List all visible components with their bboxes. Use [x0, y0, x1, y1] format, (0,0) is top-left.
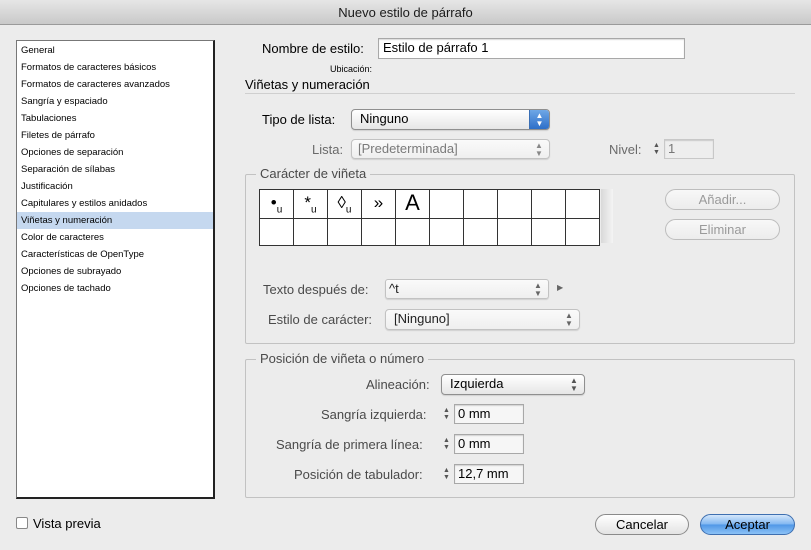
style-name-label: Nombre de estilo: — [262, 41, 364, 56]
sidebar-item[interactable]: Separación de sílabas — [17, 161, 213, 178]
level-input[interactable]: 1 — [664, 139, 714, 159]
location-label: Ubicación: — [330, 64, 373, 74]
bullet-glyph-cell[interactable]: A — [395, 188, 430, 220]
char-style-label: Estilo de carácter: — [268, 312, 373, 327]
bullet-glyph-cell[interactable]: » — [361, 188, 396, 220]
bullet-glyph-cell-empty[interactable] — [497, 188, 532, 220]
preview-label: Vista previa — [33, 516, 101, 531]
bullet-glyph-cell-empty[interactable] — [463, 188, 498, 220]
level-stepper-icon[interactable]: ▲ ▼ — [651, 142, 662, 156]
sidebar-item[interactable]: Características de OpenType — [17, 246, 213, 263]
bullet-glyph-grid: •u *u ◊u » A — [259, 188, 600, 247]
sidebar-item[interactable]: General — [17, 42, 213, 59]
list-popup[interactable]: [Predeterminada] ▲ ▼ — [351, 139, 550, 159]
tab-position-input[interactable]: 12,7 mm — [454, 464, 524, 484]
accept-button[interactable]: Aceptar — [700, 514, 795, 535]
bullet-glyph-cell[interactable]: *u — [293, 188, 328, 220]
add-glyph-button[interactable]: Añadir... — [665, 189, 780, 210]
popup-arrows-icon: ▲ ▼ — [535, 141, 543, 158]
sidebar-item[interactable]: Opciones de tachado — [17, 280, 213, 297]
alignment-value: Izquierda — [450, 376, 504, 391]
sidebar-item[interactable]: Color de caracteres — [17, 229, 213, 246]
bullet-glyph-cell-empty[interactable] — [497, 218, 532, 247]
bullet-glyph-cell-empty[interactable] — [531, 188, 566, 220]
bullet-glyph-cell-empty[interactable] — [361, 218, 396, 247]
category-list[interactable]: General Formatos de caracteres básicos For… — [16, 40, 215, 499]
popup-arrows-icon: ▲ ▼ — [534, 281, 542, 298]
bullet-glyph-cell-empty[interactable] — [429, 188, 464, 220]
list-label: Lista: — [312, 142, 344, 157]
sidebar-item[interactable]: Formatos de caracteres básicos — [17, 59, 213, 76]
section-title: Viñetas y numeración — [245, 77, 370, 92]
bullet-glyph-cell-empty[interactable] — [429, 218, 464, 247]
popup-arrows-icon: ▲ ▼ — [529, 110, 549, 129]
left-indent-stepper-icon[interactable]: ▲ ▼ — [441, 407, 452, 421]
list-type-value: Ninguno — [360, 111, 409, 126]
bullet-glyph-cell-empty[interactable] — [531, 218, 566, 247]
popup-arrows-icon: ▲ ▼ — [565, 311, 573, 328]
bullet-glyph-cell[interactable]: •u — [259, 188, 294, 220]
first-line-indent-input[interactable]: 0 mm — [454, 434, 524, 454]
sidebar-item[interactable]: Opciones de subrayado — [17, 263, 213, 280]
bullet-glyph-cell-empty[interactable] — [327, 218, 362, 247]
sidebar-item[interactable]: Sangría y espaciado — [17, 93, 213, 110]
window-title: Nuevo estilo de párrafo — [338, 5, 473, 20]
sidebar-item[interactable]: Capitulares y estilos anidados — [17, 195, 213, 212]
position-group-title: Posición de viñeta o número — [256, 351, 429, 366]
bullet-glyph-cell-empty[interactable] — [293, 218, 328, 247]
bullet-glyph-cell[interactable]: ◊u — [327, 188, 362, 220]
list-value: [Predeterminada] — [358, 141, 458, 156]
text-after-combo[interactable]: ^t ▲ ▼ — [385, 279, 549, 299]
popup-arrows-icon: ▲ ▼ — [570, 376, 578, 393]
tab-position-label: Posición de tabulador: — [294, 467, 423, 482]
section-divider — [245, 93, 795, 94]
first-line-indent-label: Sangría de primera línea: — [276, 437, 423, 452]
cancel-button[interactable]: Cancelar — [595, 514, 689, 535]
special-char-menu-icon[interactable]: ▶ — [557, 283, 563, 292]
char-style-value: [Ninguno] — [394, 311, 450, 326]
bullet-glyph-cell-empty[interactable] — [463, 218, 498, 247]
bullet-group-title: Carácter de viñeta — [256, 166, 371, 181]
alignment-label: Alineación: — [366, 377, 430, 392]
preview-checkbox[interactable] — [16, 517, 28, 529]
alignment-popup[interactable]: Izquierda ▲ ▼ — [441, 374, 585, 395]
window-title-bar: Nuevo estilo de párrafo — [0, 0, 811, 25]
first-line-indent-stepper-icon[interactable]: ▲ ▼ — [441, 437, 452, 451]
sidebar-item[interactable]: Opciones de separación — [17, 144, 213, 161]
sidebar-item[interactable]: Justificación — [17, 178, 213, 195]
list-type-popup[interactable]: Ninguno ▲ ▼ — [351, 109, 550, 130]
char-style-popup[interactable]: [Ninguno] ▲ ▼ — [385, 309, 580, 330]
list-type-label: Tipo de lista: — [262, 112, 336, 127]
glyph-grid-scrollbar[interactable] — [601, 189, 613, 243]
remove-glyph-button[interactable]: Eliminar — [665, 219, 780, 240]
level-label: Nivel: — [609, 142, 642, 157]
bullet-glyph-cell-empty[interactable] — [259, 218, 294, 247]
sidebar-item[interactable]: Viñetas y numeración — [17, 212, 213, 229]
tab-position-stepper-icon[interactable]: ▲ ▼ — [441, 467, 452, 481]
bullet-glyph-cell-empty[interactable] — [565, 188, 600, 220]
text-after-value: ^t — [389, 281, 399, 296]
sidebar-item[interactable]: Filetes de párrafo — [17, 127, 213, 144]
bullet-glyph-cell-empty[interactable] — [395, 218, 430, 247]
bullet-glyph-cell-empty[interactable] — [565, 218, 600, 247]
style-name-input[interactable]: Estilo de párrafo 1 — [378, 38, 685, 59]
text-after-label: Texto después de: — [263, 282, 369, 297]
sidebar-item[interactable]: Formatos de caracteres avanzados — [17, 76, 213, 93]
sidebar-item[interactable]: Tabulaciones — [17, 110, 213, 127]
left-indent-input[interactable]: 0 mm — [454, 404, 524, 424]
left-indent-label: Sangría izquierda: — [321, 407, 427, 422]
